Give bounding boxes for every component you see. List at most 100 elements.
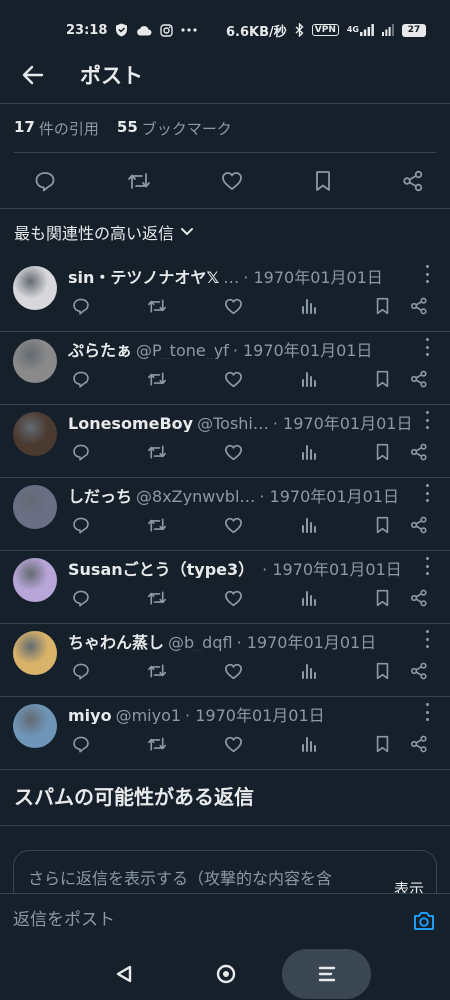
more-options-icon[interactable] bbox=[422, 338, 432, 356]
reply-date: · 1970年01月01日 bbox=[232, 341, 373, 359]
repost-icon[interactable] bbox=[146, 514, 168, 536]
bookmarks-count[interactable]: 55 bbox=[117, 118, 138, 139]
more-options-icon[interactable] bbox=[422, 703, 432, 721]
like-icon[interactable] bbox=[222, 587, 244, 609]
bookmark-icon[interactable] bbox=[371, 514, 393, 536]
reply-author-name[interactable]: ぷらたぁ bbox=[68, 337, 132, 359]
signal-icon-2 bbox=[382, 24, 394, 36]
views-icon[interactable] bbox=[298, 514, 320, 536]
bookmark-icon[interactable] bbox=[371, 733, 393, 755]
avatar[interactable] bbox=[13, 704, 57, 748]
reply-icon[interactable] bbox=[70, 660, 92, 682]
avatar[interactable] bbox=[13, 412, 57, 456]
spam-section-title: スパムの可能性がある返信 bbox=[14, 785, 254, 809]
bookmark-icon[interactable] bbox=[371, 660, 393, 682]
views-icon[interactable] bbox=[298, 368, 320, 390]
share-icon[interactable] bbox=[408, 733, 430, 755]
reply-header: LonesomeBoy @Toshi… · 1970年01月01日 bbox=[68, 410, 413, 432]
views-icon[interactable] bbox=[298, 295, 320, 317]
home-circle-icon[interactable] bbox=[215, 963, 237, 985]
reply-author-name[interactable]: LonesomeBoy bbox=[68, 414, 193, 432]
reply-actions bbox=[70, 514, 436, 538]
like-icon[interactable] bbox=[222, 660, 244, 682]
reply-date: · 1970年01月01日 bbox=[243, 268, 383, 286]
avatar[interactable] bbox=[13, 266, 57, 310]
more-options-icon[interactable] bbox=[422, 411, 432, 429]
camera-icon[interactable] bbox=[412, 910, 436, 932]
repost-icon[interactable] bbox=[127, 170, 151, 192]
quotes-label[interactable]: 件の引用 bbox=[39, 118, 99, 139]
more-options-icon[interactable] bbox=[422, 630, 432, 648]
avatar[interactable] bbox=[13, 485, 57, 529]
reply-item[interactable]: しだっち @8xZynwvbl… · 1970年01月01日 bbox=[0, 478, 450, 551]
reply-author-name[interactable]: sin・テツノナオヤ𝕏 bbox=[68, 264, 219, 286]
reply-icon[interactable] bbox=[34, 170, 56, 192]
like-icon[interactable] bbox=[222, 295, 244, 317]
more-options-icon[interactable] bbox=[422, 557, 432, 575]
quotes-count[interactable]: 17 bbox=[14, 118, 35, 139]
repost-icon[interactable] bbox=[146, 295, 168, 317]
reply-icon[interactable] bbox=[70, 368, 92, 390]
reply-item[interactable]: ちゃわん蒸し @b_dqfl · 1970年01月01日 bbox=[0, 624, 450, 697]
like-icon[interactable] bbox=[222, 514, 244, 536]
page-title: ポスト bbox=[80, 64, 143, 88]
reply-author-name[interactable]: Susanごとう（type3） bbox=[68, 556, 254, 578]
repost-icon[interactable] bbox=[146, 368, 168, 390]
like-icon[interactable] bbox=[222, 441, 244, 463]
more-options-icon[interactable] bbox=[422, 484, 432, 502]
repost-icon[interactable] bbox=[146, 587, 168, 609]
more-options-icon[interactable] bbox=[422, 265, 432, 283]
like-icon[interactable] bbox=[221, 171, 243, 191]
repost-icon[interactable] bbox=[146, 733, 168, 755]
reply-actions bbox=[70, 295, 436, 319]
reply-author-name[interactable]: しだっち bbox=[68, 483, 132, 505]
back-triangle-icon[interactable] bbox=[113, 963, 135, 985]
bookmark-icon[interactable] bbox=[371, 368, 393, 390]
repost-icon[interactable] bbox=[146, 441, 168, 463]
reply-header: ぷらたぁ @P_tone_yf · 1970年01月01日 bbox=[68, 337, 413, 359]
share-icon[interactable] bbox=[408, 441, 430, 463]
reply-item[interactable]: Susanごとう（type3） · 1970年01月01日 bbox=[0, 551, 450, 624]
reply-icon[interactable] bbox=[70, 514, 92, 536]
divider bbox=[0, 208, 450, 209]
share-icon[interactable] bbox=[402, 170, 424, 192]
reply-icon[interactable] bbox=[70, 441, 92, 463]
reply-author-handle: @P_tone_yf bbox=[136, 341, 229, 359]
reply-icon[interactable] bbox=[70, 733, 92, 755]
bookmark-icon[interactable] bbox=[371, 295, 393, 317]
bookmarks-label[interactable]: ブックマーク bbox=[142, 118, 232, 139]
reply-item[interactable]: sin・テツノナオヤ𝕏… · 1970年01月01日 bbox=[0, 259, 450, 332]
share-icon[interactable] bbox=[408, 368, 430, 390]
reply-author-name[interactable]: miyo bbox=[68, 706, 112, 724]
bookmark-icon[interactable] bbox=[314, 170, 332, 192]
share-icon[interactable] bbox=[408, 295, 430, 317]
reply-icon[interactable] bbox=[70, 587, 92, 609]
reply-author-name[interactable]: ちゃわん蒸し bbox=[68, 629, 164, 651]
vpn-icon: VPN bbox=[311, 24, 339, 36]
repost-icon[interactable] bbox=[146, 660, 168, 682]
bookmark-icon[interactable] bbox=[371, 587, 393, 609]
like-icon[interactable] bbox=[222, 368, 244, 390]
avatar[interactable] bbox=[13, 558, 57, 602]
views-icon[interactable] bbox=[298, 587, 320, 609]
back-button[interactable] bbox=[18, 60, 48, 90]
bookmark-icon[interactable] bbox=[371, 441, 393, 463]
bluetooth-icon bbox=[295, 23, 304, 37]
reply-sort-dropdown[interactable]: 最も関連性の高い返信 bbox=[14, 220, 194, 244]
avatar[interactable] bbox=[13, 339, 57, 383]
like-icon[interactable] bbox=[222, 733, 244, 755]
share-icon[interactable] bbox=[408, 587, 430, 609]
views-icon[interactable] bbox=[298, 733, 320, 755]
reply-item[interactable]: miyo @miyo1 · 1970年01月01日 bbox=[0, 697, 450, 770]
reply-input[interactable] bbox=[13, 910, 393, 930]
reply-date: · 1970年01月01日 bbox=[262, 560, 402, 578]
avatar[interactable] bbox=[13, 631, 57, 675]
share-icon[interactable] bbox=[408, 660, 430, 682]
share-icon[interactable] bbox=[408, 514, 430, 536]
views-icon[interactable] bbox=[298, 441, 320, 463]
reply-icon[interactable] bbox=[70, 295, 92, 317]
views-icon[interactable] bbox=[298, 660, 320, 682]
recents-icon[interactable] bbox=[282, 949, 371, 999]
reply-item[interactable]: LonesomeBoy @Toshi… · 1970年01月01日 bbox=[0, 405, 450, 478]
reply-item[interactable]: ぷらたぁ @P_tone_yf · 1970年01月01日 bbox=[0, 332, 450, 405]
